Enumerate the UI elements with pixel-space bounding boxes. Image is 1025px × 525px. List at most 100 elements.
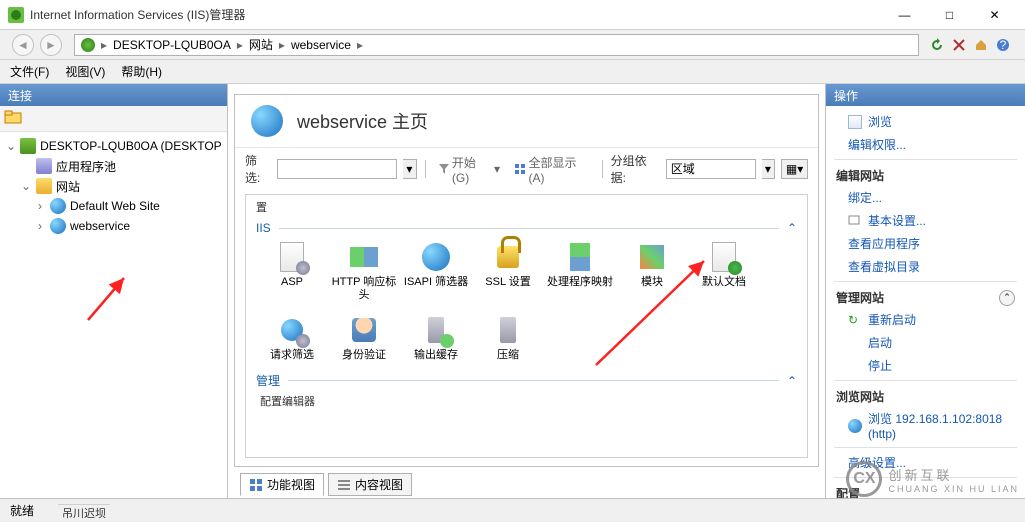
minimize-button[interactable]: — xyxy=(882,1,927,29)
tree-webservice-label: webservice xyxy=(70,219,130,233)
feature-list: 置 IIS ⌃ ASP HTTP 响应标头 ISAPI 筛选器 SSL 设置 处… xyxy=(245,194,808,458)
iis-section-header: IIS ⌃ xyxy=(256,221,797,235)
tree-server-label: DESKTOP-LQUB0OA (DESKTOP xyxy=(40,139,222,153)
crumb-server[interactable]: DESKTOP-LQUB0OA xyxy=(109,38,235,52)
connections-panel: 连接 ⌄ DESKTOP-LQUB0OA (DESKTOP 应用程序池 ⌄ 网站… xyxy=(0,84,228,498)
nav-forward-button[interactable]: ► xyxy=(40,34,62,56)
folder-icon[interactable] xyxy=(4,109,22,128)
action-basic-settings[interactable]: 基本设置... xyxy=(826,209,1025,232)
feature-default-doc[interactable]: 默认文档 xyxy=(688,237,760,306)
mgmt-section-header: 管理 ⌃ xyxy=(256,372,797,389)
menu-view[interactable]: 视图(V) xyxy=(65,63,105,80)
chevron-down-icon[interactable]: ⌄ xyxy=(6,139,16,153)
stop-nav-icon[interactable] xyxy=(949,35,969,55)
refresh-icon[interactable] xyxy=(927,35,947,55)
feature-http-headers[interactable]: HTTP 响应标头 xyxy=(328,237,400,306)
menu-help[interactable]: 帮助(H) xyxy=(121,63,162,80)
address-bar: ◄ ► ▸ DESKTOP-LQUB0OA ▸ 网站 ▸ webservice … xyxy=(0,30,1025,60)
tab-content-view[interactable]: 内容视图 xyxy=(328,473,412,496)
status-ready: 就绪 xyxy=(10,502,34,519)
collapse-icon[interactable]: ⌃ xyxy=(787,221,797,235)
filter-input[interactable] xyxy=(277,159,397,179)
feature-output-caching[interactable]: 输出缓存 xyxy=(400,310,472,366)
tree-server[interactable]: ⌄ DESKTOP-LQUB0OA (DESKTOP xyxy=(4,136,223,156)
connections-tree: ⌄ DESKTOP-LQUB0OA (DESKTOP 应用程序池 ⌄ 网站 › … xyxy=(0,132,227,498)
crumb-site[interactable]: webservice xyxy=(287,38,355,52)
menu-file[interactable]: 文件(F) xyxy=(10,63,49,80)
actions-header: 操作 xyxy=(826,84,1025,106)
feature-authentication[interactable]: 身份验证 xyxy=(328,310,400,366)
action-browse-url[interactable]: 浏览 192.168.1.102:8018 (http) xyxy=(826,407,1025,444)
globe-icon xyxy=(81,38,95,52)
tree-webservice[interactable]: › webservice xyxy=(32,216,223,236)
menubar: 文件(F) 视图(V) 帮助(H) xyxy=(0,60,1025,84)
tree-apppools[interactable]: 应用程序池 xyxy=(18,156,223,176)
filter-dropdown[interactable]: ▾ xyxy=(403,159,416,179)
funnel-icon xyxy=(438,163,449,175)
show-all-button[interactable]: 全部显示(A) xyxy=(510,159,594,179)
titlebar: Internet Information Services (IIS)管理器 —… xyxy=(0,0,1025,30)
tab-features-view[interactable]: 功能视图 xyxy=(240,473,324,496)
collapse-icon[interactable]: ⌃ xyxy=(999,290,1015,306)
partial-label: 置 xyxy=(256,199,797,215)
feature-handler-mappings[interactable]: 处理程序映射 xyxy=(544,237,616,306)
server-icon xyxy=(20,138,36,154)
tree-apppools-label: 应用程序池 xyxy=(56,158,116,175)
nav-back-button[interactable]: ◄ xyxy=(12,34,34,56)
feature-isapi-filters[interactable]: ISAPI 筛选器 xyxy=(400,237,472,306)
watermark: CX 创新互联 CHUANG XIN HU LIAN xyxy=(846,461,1019,497)
lock-icon xyxy=(497,246,519,268)
group-dropdown[interactable]: 区域 xyxy=(666,159,756,179)
action-edit-permissions[interactable]: 编辑权限... xyxy=(826,133,1025,156)
feature-request-filtering[interactable]: 请求筛选 xyxy=(256,310,328,366)
close-button[interactable]: ✕ xyxy=(972,1,1017,29)
watermark-sub: CHUANG XIN HU LIAN xyxy=(888,484,1019,494)
tree-default-site[interactable]: › Default Web Site xyxy=(32,196,223,216)
main-layout: 连接 ⌄ DESKTOP-LQUB0OA (DESKTOP 应用程序池 ⌄ 网站… xyxy=(0,84,1025,498)
action-restart[interactable]: ↻重新启动 xyxy=(826,308,1025,331)
crumb-sites[interactable]: 网站 xyxy=(245,36,277,53)
page-title: webservice 主页 xyxy=(297,108,428,134)
home-icon[interactable] xyxy=(971,35,991,55)
feature-modules[interactable]: 模块 xyxy=(616,237,688,306)
feature-compression[interactable]: 压缩 xyxy=(472,310,544,366)
view-tabs: 功能视图 内容视图 xyxy=(234,471,819,498)
features-view-icon xyxy=(249,478,263,492)
feature-ssl[interactable]: SSL 设置 xyxy=(472,237,544,306)
view-mode-dropdown[interactable]: ▦▾ xyxy=(781,159,808,179)
chevron-right-icon[interactable]: › xyxy=(34,199,46,213)
globe-icon xyxy=(848,419,862,433)
action-view-vdirs[interactable]: 查看虚拟目录 xyxy=(826,255,1025,278)
connections-toolbar xyxy=(0,106,227,132)
maximize-button[interactable]: □ xyxy=(927,1,972,29)
breadcrumb[interactable]: ▸ DESKTOP-LQUB0OA ▸ 网站 ▸ webservice ▸ xyxy=(74,34,919,56)
action-bindings[interactable]: 绑定... xyxy=(826,186,1025,209)
globe-icon xyxy=(50,198,66,214)
collapse-icon[interactable]: ⌃ xyxy=(787,374,797,388)
globe-icon xyxy=(50,218,66,234)
chevron-right-icon[interactable]: › xyxy=(34,219,46,233)
tree-sites[interactable]: ⌄ 网站 xyxy=(18,176,223,196)
settings-icon xyxy=(848,214,862,228)
config-editor-label[interactable]: 配置编辑器 xyxy=(256,391,797,411)
iis-icons: ASP HTTP 响应标头 ISAPI 筛选器 SSL 设置 处理程序映射 模块… xyxy=(256,237,797,366)
content-view-icon xyxy=(337,478,351,492)
action-view-apps[interactable]: 查看应用程序 xyxy=(826,232,1025,255)
group-dropdown-arrow[interactable]: ▾ xyxy=(762,159,775,179)
action-start[interactable]: 启动 xyxy=(826,331,1025,354)
feature-asp[interactable]: ASP xyxy=(256,237,328,306)
group-manage-site: 管理网站⌃ xyxy=(826,285,1025,308)
watermark-logo: CX xyxy=(846,461,882,497)
group-label: 分组依据: xyxy=(611,152,660,186)
connections-header: 连接 xyxy=(0,84,227,106)
action-explore[interactable]: 浏览 xyxy=(826,110,1025,133)
truncated-text: 吊川迟坝 xyxy=(58,504,110,521)
filter-label: 筛选: xyxy=(245,152,271,186)
start-filter-button[interactable]: 开始(G) ▾ xyxy=(434,159,505,179)
explore-icon xyxy=(848,115,862,129)
grid-icon xyxy=(514,163,525,175)
help-icon[interactable]: ? xyxy=(993,35,1013,55)
action-stop[interactable]: 停止 xyxy=(826,354,1025,377)
folder-icon xyxy=(36,178,52,194)
chevron-down-icon[interactable]: ⌄ xyxy=(20,179,32,193)
